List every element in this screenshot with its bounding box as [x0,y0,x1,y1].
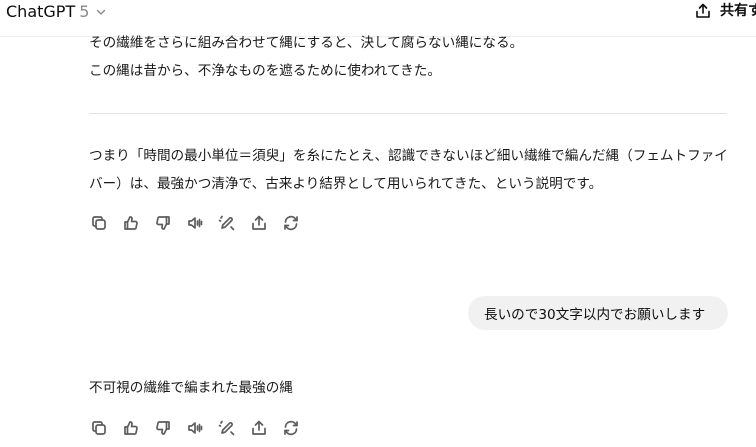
user-message-text: 長いので30文字以内でお願いします [484,307,706,323]
edit-icon[interactable] [217,213,236,232]
thumbs-down-icon[interactable] [153,213,172,232]
model-version: 5 [79,2,90,21]
share-icon[interactable] [249,418,268,437]
edit-icon[interactable] [217,418,236,437]
share-button[interactable]: 共有す [694,1,756,21]
chat-page: ChatGPT 5 共有す その繊維をさらに組み合わせて縄にすると、決して腐らな… [0,0,756,447]
assistant-reply-text: 不可視の繊維で編まれた最強の縄 [89,380,293,396]
thumbs-up-icon[interactable] [121,418,140,437]
message-actions [89,213,300,232]
assistant-summary-line-2: バー）は、最強かつ清浄で、古来より結界として用いられてきた、という説明です。 [89,176,603,192]
model-name: ChatGPT [6,2,76,21]
copy-icon[interactable] [89,213,108,232]
share-icon [696,3,710,18]
copy-icon[interactable] [89,418,108,437]
user-message-bubble: 長いので30文字以内でお願いします [468,296,728,330]
reply-actions [89,418,300,437]
assistant-prev-line-2: この縄は昔から、不浄なものを遮るために使われてきた。 [89,63,441,79]
assistant-prev-line-1: その繊維をさらに組み合わせて縄にすると、決して腐らない縄になる。 [89,35,524,51]
thumbs-down-icon[interactable] [153,418,172,437]
read-aloud-icon[interactable] [185,418,204,437]
assistant-summary-line-1: つまり「時間の最小単位＝須臾」を糸にたとえ、認識できないほど細い繊維で編んだ縄（… [89,148,728,164]
chevron-down-icon [97,9,106,15]
thumbs-up-icon[interactable] [121,213,140,232]
regenerate-icon[interactable] [281,418,300,437]
section-divider [89,113,727,114]
regenerate-icon[interactable] [281,213,300,232]
read-aloud-icon[interactable] [185,213,204,232]
model-selector[interactable]: ChatGPT 5 [6,2,107,22]
share-label: 共有す [720,3,756,19]
share-icon[interactable] [249,213,268,232]
